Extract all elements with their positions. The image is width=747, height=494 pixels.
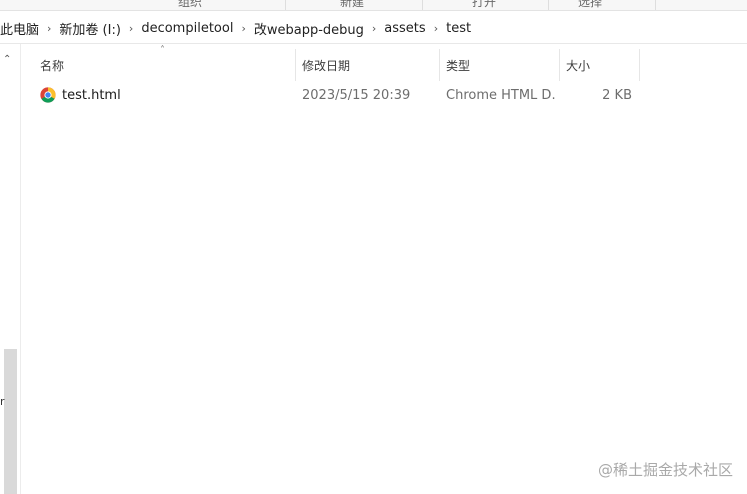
scroll-up-icon[interactable]: ⌃ — [3, 54, 11, 65]
ribbon-divider — [548, 0, 549, 10]
scrollbar-thumb[interactable] — [4, 349, 17, 494]
ribbon-group-select[interactable]: 选择 — [578, 0, 602, 10]
watermark: @稀土掘金技术社区 — [597, 461, 733, 479]
breadcrumb-this-pc[interactable]: 此电脑 — [0, 19, 43, 38]
file-name: test.html — [62, 87, 121, 103]
file-row[interactable]: test.html 2023/5/15 20:39 Chrome HTML D.… — [22, 83, 642, 107]
ribbon-divider — [655, 0, 656, 10]
ribbon-group-organize[interactable]: 组织 — [178, 0, 202, 10]
column-header-size[interactable]: 大小 — [560, 49, 640, 81]
column-header-type[interactable]: 类型 — [440, 49, 560, 81]
breadcrumb-test[interactable]: test — [442, 21, 475, 36]
file-modified-date: 2023/5/15 20:39 — [302, 87, 411, 103]
column-header-row: ˄ 名称 修改日期 类型 大小 — [22, 45, 747, 81]
breadcrumb-separator-icon[interactable]: › — [43, 22, 55, 35]
breadcrumb-drive[interactable]: 新加卷 (I:) — [55, 19, 125, 38]
column-header-date[interactable]: 修改日期 — [296, 49, 440, 81]
breadcrumb-separator-icon[interactable]: › — [125, 22, 137, 35]
breadcrumb-decompiletool[interactable]: decompiletool — [137, 21, 237, 36]
file-type: Chrome HTML D... — [446, 87, 556, 103]
breadcrumb-assets[interactable]: assets — [380, 21, 429, 36]
breadcrumb-separator-icon[interactable]: › — [237, 22, 249, 35]
address-bar[interactable]: 此电脑 › 新加卷 (I:) › decompiletool › 改webapp… — [0, 13, 747, 44]
nav-item-fragment[interactable]: r — [0, 395, 5, 408]
file-name-cell[interactable]: test.html — [40, 83, 121, 107]
ribbon-divider — [285, 0, 286, 10]
chrome-icon — [40, 87, 56, 103]
breadcrumb-separator-icon[interactable]: › — [430, 22, 442, 35]
breadcrumb-webapp-debug[interactable]: 改webapp-debug — [250, 19, 368, 38]
ribbon-remnant: 组织 新建 打开 选择 — [0, 0, 747, 11]
ribbon-divider — [422, 0, 423, 10]
ribbon-group-new[interactable]: 新建 — [340, 0, 364, 10]
breadcrumb-separator-icon[interactable]: › — [368, 22, 380, 35]
navigation-pane[interactable]: ⌃ r — [0, 44, 21, 494]
file-size: 2 KB — [602, 87, 632, 103]
file-explorer-window: 组织 新建 打开 选择 此电脑 › 新加卷 (I:) › decompileto… — [0, 0, 747, 494]
column-header-name[interactable]: 名称 — [34, 49, 296, 81]
ribbon-group-open[interactable]: 打开 — [472, 0, 496, 10]
